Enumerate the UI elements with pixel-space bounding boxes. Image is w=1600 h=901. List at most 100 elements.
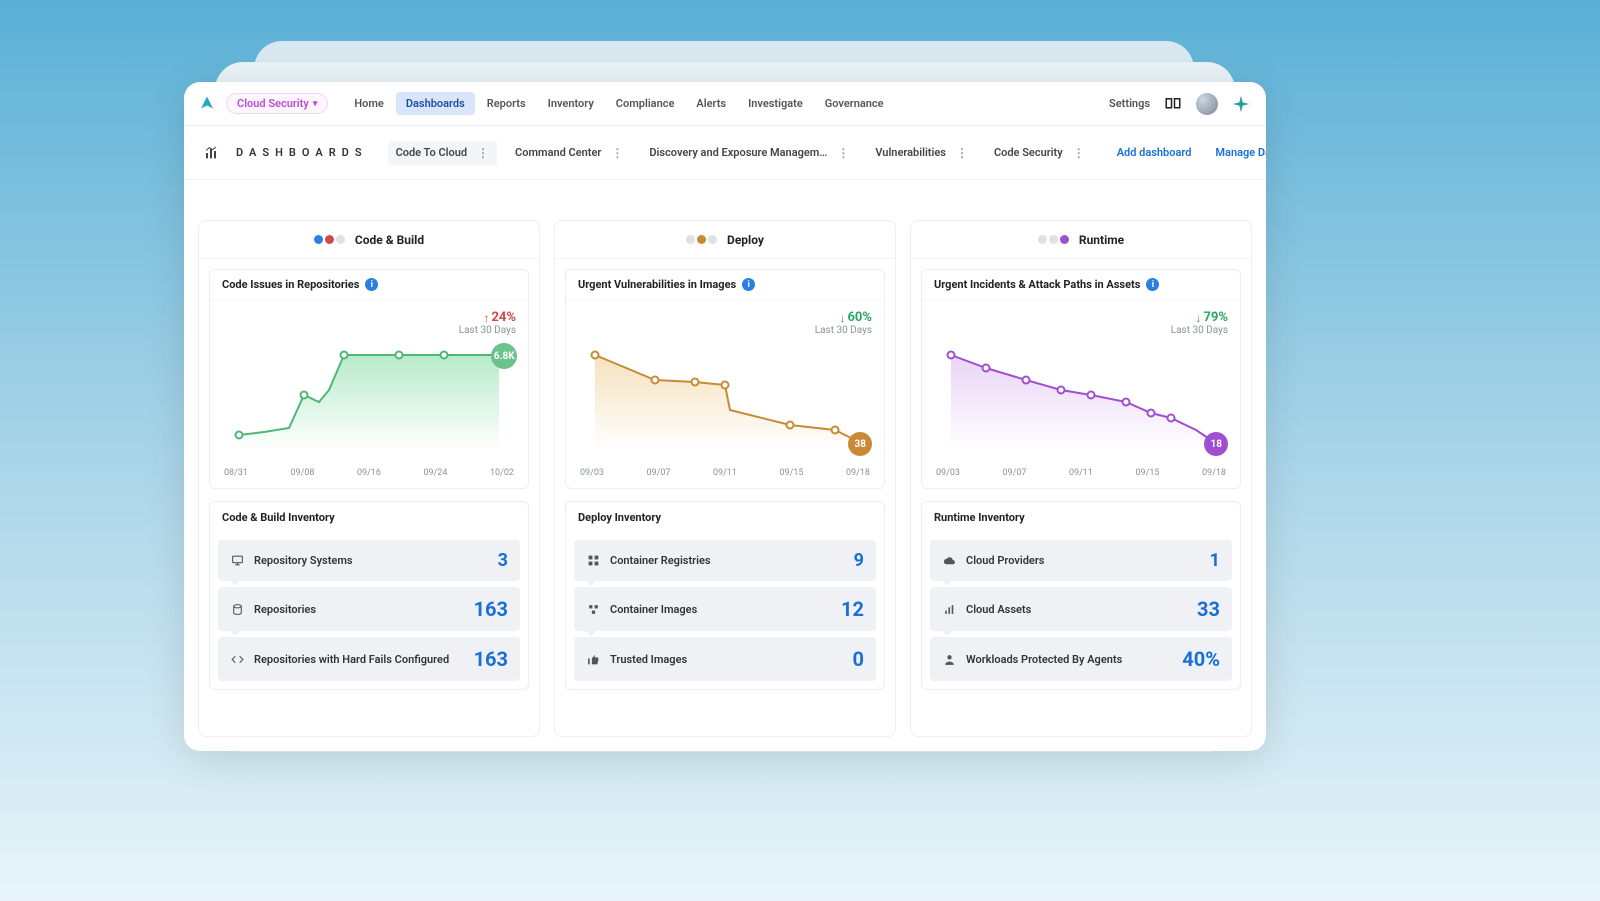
nav-home[interactable]: Home: [344, 92, 394, 115]
inventory-row[interactable]: Container Registries 9: [574, 540, 876, 581]
stage-runtime-icon: [1038, 235, 1069, 244]
blocks-icon: [586, 602, 600, 616]
docs-icon[interactable]: [1162, 93, 1184, 115]
panel-title: Code & Build Inventory: [222, 511, 335, 524]
panel-title: Runtime Inventory: [934, 511, 1025, 524]
manage-dashboards-link[interactable]: Manage Dashboards: [1215, 146, 1266, 159]
chart-bar-icon: [204, 144, 220, 162]
arrow-down-icon: ↓: [839, 311, 845, 325]
inventory-value: 12: [841, 597, 864, 621]
stage-deploy-icon: [686, 235, 717, 244]
app-window: Cloud Security ▾ Home Dashboards Reports…: [184, 82, 1266, 751]
trend-indicator: ↑ 24%: [483, 310, 516, 325]
xaxis-tick: 09/11: [713, 468, 737, 478]
dashboard-content: Code & Build Code Issues in Repositories…: [184, 180, 1266, 751]
kebab-icon[interactable]: ⋮: [952, 146, 968, 160]
tab-code-to-cloud[interactable]: Code To Cloud ⋮: [388, 141, 497, 165]
inventory-row[interactable]: Trusted Images 0: [574, 637, 876, 681]
xaxis-tick: 09/07: [1003, 468, 1027, 478]
inventory-row[interactable]: Cloud Providers 1: [930, 540, 1232, 581]
tab-command-center[interactable]: Command Center ⋮: [507, 141, 631, 165]
chart-xaxis: 08/31 09/08 09/16 09/24 10/02: [222, 464, 516, 482]
line-chart-runtime: [934, 340, 1228, 460]
inventory-row[interactable]: Repositories 163: [218, 587, 520, 631]
nav-reports[interactable]: Reports: [477, 92, 536, 115]
add-dashboard-link[interactable]: Add dashboard: [1117, 146, 1192, 159]
tenant-selector[interactable]: Cloud Security ▾: [226, 93, 328, 114]
inventory-value: 1: [1210, 550, 1220, 571]
inventory-row[interactable]: Cloud Assets 33: [930, 587, 1232, 631]
xaxis-tick: 09/03: [936, 468, 960, 478]
panel-code-inventory: Code & Build Inventory Repository System…: [209, 501, 529, 690]
inventory-row[interactable]: Repositories with Hard Fails Configured …: [218, 637, 520, 681]
inventory-row[interactable]: Workloads Protected By Agents 40%: [930, 637, 1232, 681]
dashboard-subheader: DASHBOARDS Code To Cloud ⋮ Command Cente…: [184, 126, 1266, 180]
nav-governance[interactable]: Governance: [815, 92, 894, 115]
column-title: Code & Build: [355, 233, 424, 247]
person-icon: [942, 652, 956, 666]
line-chart-code: [222, 340, 516, 460]
panel-code-issues: Code Issues in Repositories i ↑ 24% Last…: [209, 269, 529, 489]
tab-label: Code To Cloud: [396, 146, 467, 159]
trend-indicator: ↓ 79%: [1195, 310, 1228, 325]
trend-value: 79%: [1203, 310, 1228, 325]
kebab-icon[interactable]: ⋮: [473, 146, 489, 160]
trend-value: 24%: [491, 310, 516, 325]
column-code-build: Code & Build Code Issues in Repositories…: [198, 220, 540, 737]
nav-investigate[interactable]: Investigate: [738, 92, 813, 115]
inventory-row[interactable]: Repository Systems 3: [218, 540, 520, 581]
chart-endpoint-badge: 38: [848, 432, 872, 456]
inventory-value: 0: [853, 647, 864, 671]
inventory-row[interactable]: Container Images 12: [574, 587, 876, 631]
tab-label: Command Center: [515, 146, 601, 159]
inventory-label: Trusted Images: [610, 653, 843, 666]
trend-indicator: ↓ 60%: [839, 310, 872, 325]
column-title: Deploy: [727, 233, 764, 247]
info-icon[interactable]: i: [1146, 278, 1159, 291]
tab-code-security[interactable]: Code Security ⋮: [986, 141, 1093, 165]
xaxis-tick: 09/24: [424, 468, 448, 478]
copilot-icon[interactable]: [1230, 93, 1252, 115]
kebab-icon[interactable]: ⋮: [1069, 146, 1085, 160]
info-icon[interactable]: i: [742, 278, 755, 291]
trend-period: Last 30 Days: [459, 325, 516, 336]
xaxis-tick: 09/08: [291, 468, 315, 478]
kebab-icon[interactable]: ⋮: [833, 146, 849, 160]
inventory-label: Repository Systems: [254, 554, 488, 567]
tenant-label: Cloud Security: [237, 97, 309, 110]
panel-runtime-inventory: Runtime Inventory Cloud Providers 1 Clou…: [921, 501, 1241, 690]
inventory-label: Workloads Protected By Agents: [966, 653, 1172, 666]
nav-alerts[interactable]: Alerts: [686, 92, 736, 115]
column-title: Runtime: [1079, 233, 1124, 247]
inventory-value: 9: [854, 550, 864, 571]
kebab-icon[interactable]: ⋮: [607, 146, 623, 160]
column-runtime: Runtime Urgent Incidents & Attack Paths …: [910, 220, 1252, 737]
topbar: Cloud Security ▾ Home Dashboards Reports…: [184, 82, 1266, 126]
panel-deploy-urgent: Urgent Vulnerabilities in Images i ↓ 60%…: [565, 269, 885, 489]
settings-link[interactable]: Settings: [1109, 97, 1150, 110]
inventory-label: Repositories: [254, 603, 464, 616]
database-icon: [230, 602, 244, 616]
chart-icon: [942, 602, 956, 616]
primary-nav: Home Dashboards Reports Inventory Compli…: [344, 92, 893, 115]
tab-vulnerabilities[interactable]: Vulnerabilities ⋮: [867, 141, 976, 165]
user-avatar[interactable]: [1196, 93, 1218, 115]
monitor-icon: [230, 554, 244, 568]
chevron-down-icon: ▾: [313, 99, 318, 109]
nav-compliance[interactable]: Compliance: [606, 92, 685, 115]
xaxis-tick: 08/31: [224, 468, 248, 478]
nav-dashboards[interactable]: Dashboards: [396, 92, 475, 115]
thumbs-up-icon: [586, 652, 600, 666]
column-deploy: Deploy Urgent Vulnerabilities in Images …: [554, 220, 896, 737]
xaxis-tick: 09/18: [846, 468, 870, 478]
nav-inventory[interactable]: Inventory: [538, 92, 604, 115]
panel-runtime-urgent: Urgent Incidents & Attack Paths in Asset…: [921, 269, 1241, 489]
inventory-value: 163: [474, 647, 508, 671]
info-icon[interactable]: i: [365, 278, 378, 291]
xaxis-tick: 09/18: [1202, 468, 1226, 478]
stage-code-icon: [314, 235, 345, 244]
subheader-title: DASHBOARDS: [236, 146, 368, 159]
tab-discovery-exposure[interactable]: Discovery and Exposure Managem… ⋮: [641, 141, 857, 165]
chart-xaxis: 09/03 09/07 09/11 09/15 09/18: [934, 464, 1228, 482]
xaxis-tick: 09/15: [1136, 468, 1160, 478]
